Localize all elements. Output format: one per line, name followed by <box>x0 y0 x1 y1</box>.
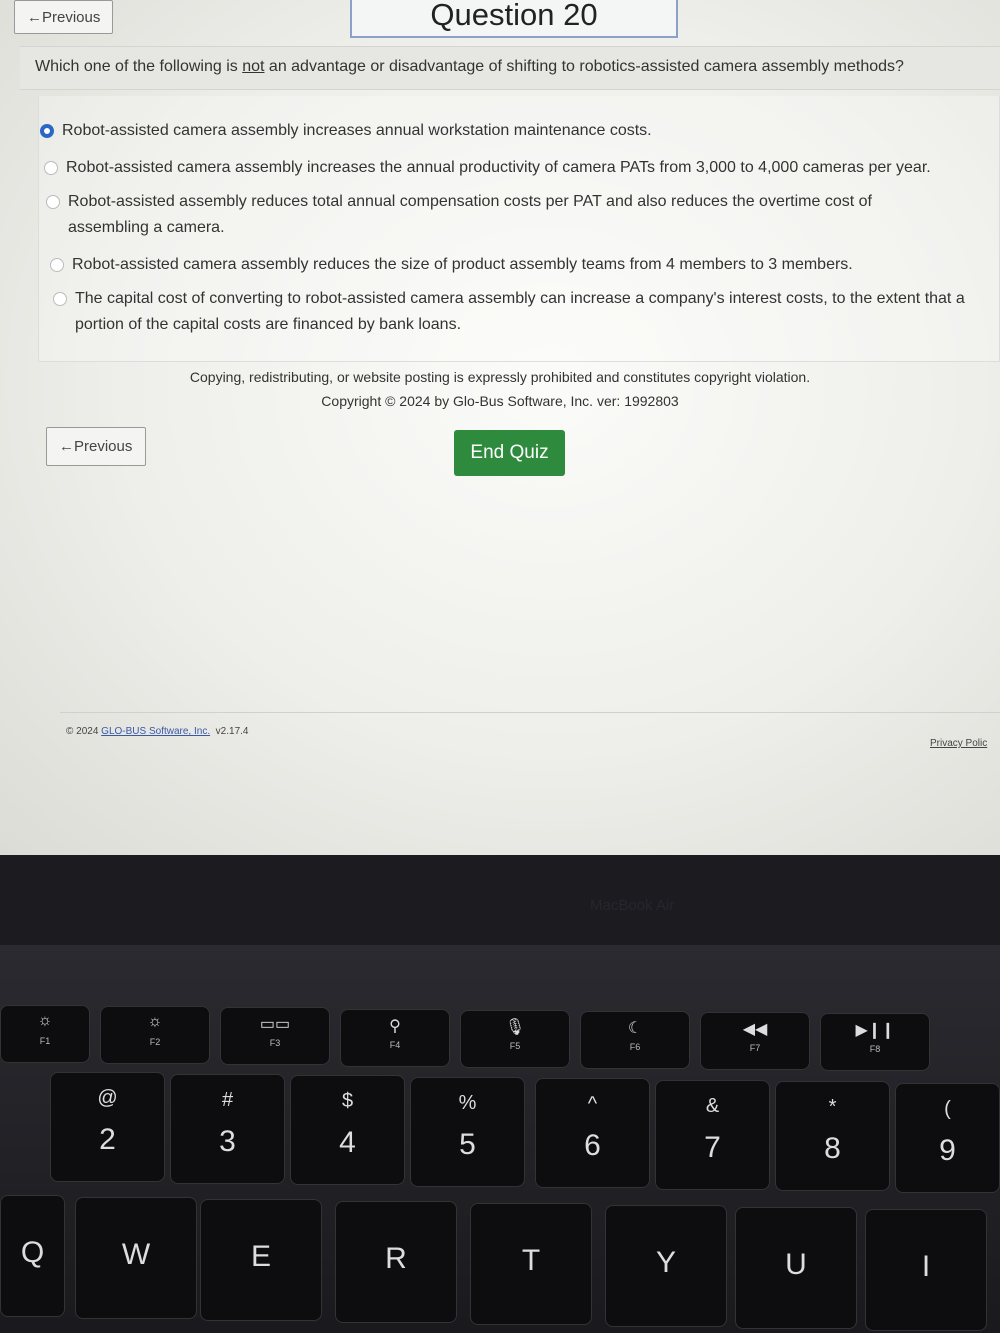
key-y[interactable]: Y <box>605 1205 727 1327</box>
key-shift-label: @ <box>97 1087 118 1109</box>
option-label: Robot-assisted camera assembly increases… <box>62 122 652 139</box>
key-shift-label: % <box>458 1091 477 1114</box>
key-label: 2 <box>99 1123 116 1156</box>
key-label: F2 <box>149 1037 161 1048</box>
privacy-policy-link[interactable]: Privacy Polic <box>930 738 1000 749</box>
question-text: Which one of the following is not an adv… <box>20 46 1000 90</box>
key-f4[interactable]: ⚲ F4 <box>340 1008 450 1067</box>
key-e[interactable]: E <box>200 1199 322 1321</box>
key-label: Y <box>655 1246 676 1279</box>
radio-selected-icon[interactable] <box>40 124 54 138</box>
key-icon: ☼ <box>147 1013 163 1031</box>
key-shift-label: * <box>828 1096 837 1118</box>
key-icon: ☾ <box>627 1020 643 1037</box>
footer-divider <box>60 712 1000 713</box>
key-f8[interactable]: ▶❙❙ F8 <box>820 1013 930 1072</box>
key-icon: ⚲ <box>389 1017 401 1035</box>
footer-version: v2.17.4 <box>215 726 249 737</box>
browser-screen: ←Previous Question 20 Which one of the f… <box>0 0 1000 855</box>
previous-button[interactable]: ←Previous <box>46 427 146 466</box>
key-icon: ◀◀ <box>742 1021 768 1039</box>
question-title: Question 20 <box>350 0 678 38</box>
question-pre: Which one of the following is <box>35 58 243 75</box>
key-shift-label: & <box>705 1094 720 1117</box>
key-f3[interactable]: ▭▭ F3 <box>220 1007 330 1066</box>
option-label: Robot-assisted camera assembly reduces t… <box>72 256 853 273</box>
key-label: 8 <box>824 1132 841 1165</box>
key-5[interactable]: % 5 <box>410 1076 525 1187</box>
key-9[interactable]: (9 <box>895 1082 1000 1193</box>
key-label: E <box>250 1240 271 1273</box>
key-4[interactable]: $4 <box>290 1075 405 1185</box>
key-q[interactable]: Q <box>0 1195 65 1317</box>
end-quiz-button[interactable]: End Quiz <box>454 430 565 476</box>
key-label: R <box>385 1242 407 1275</box>
key-label: T <box>521 1244 541 1277</box>
key-u[interactable]: U <box>735 1207 857 1329</box>
key-shift-label: # <box>221 1088 234 1111</box>
option-5[interactable]: The capital cost of converting to robot-… <box>53 286 973 338</box>
key-2[interactable]: @2 <box>50 1072 165 1182</box>
key-label: 4 <box>339 1126 356 1159</box>
key-7[interactable]: & 7 <box>655 1079 770 1190</box>
option-label: Robot-assisted camera assembly increases… <box>66 159 931 176</box>
key-label: F6 <box>629 1042 641 1052</box>
key-icon: ▭▭ <box>259 1016 291 1034</box>
radio-icon[interactable] <box>46 195 60 209</box>
key-shift-label: ^ <box>587 1093 598 1115</box>
radio-icon[interactable] <box>44 161 58 175</box>
key-icon: 🎙 <box>504 1018 526 1036</box>
footer-copyright: © 2024 <box>66 726 102 737</box>
brand-label: MacBook Air <box>590 897 675 914</box>
key-t[interactable]: T <box>470 1203 592 1325</box>
radio-icon[interactable] <box>50 258 64 272</box>
option-3[interactable]: Robot-assisted assembly reduces total an… <box>46 189 926 241</box>
key-label: U <box>785 1248 807 1281</box>
key-label: 6 <box>584 1129 601 1162</box>
key-f5[interactable]: 🎙 F5 <box>460 1009 570 1068</box>
key-label: F8 <box>869 1044 881 1055</box>
key-icon: ▶❙❙ <box>855 1022 895 1040</box>
key-8[interactable]: * 8 <box>775 1081 890 1191</box>
footer: © 2024 GLO-BUS Software, Inc. v2.17.4 <box>66 726 248 737</box>
key-i[interactable]: I <box>865 1209 987 1331</box>
key-w[interactable]: W <box>75 1197 197 1319</box>
key-label: F1 <box>39 1036 51 1046</box>
key-shift-label: ( <box>944 1097 951 1120</box>
key-6[interactable]: ^ 6 <box>535 1078 650 1188</box>
key-f1[interactable]: ☼ F1 <box>0 1005 90 1063</box>
key-f2[interactable]: ☼ F2 <box>100 1006 210 1065</box>
question-emphasis: not <box>242 58 265 75</box>
key-f6[interactable]: ☾ F6 <box>580 1011 690 1069</box>
key-label: 5 <box>459 1127 476 1161</box>
key-label: 7 <box>704 1130 721 1164</box>
key-label: F5 <box>509 1040 521 1051</box>
option-label: The capital cost of converting to robot-… <box>75 290 965 333</box>
key-label: W <box>121 1238 151 1271</box>
key-label: F7 <box>749 1043 761 1054</box>
previous-button-top[interactable]: ←Previous <box>14 0 114 34</box>
option-4[interactable]: Robot-assisted camera assembly reduces t… <box>50 252 950 278</box>
radio-icon[interactable] <box>53 292 67 306</box>
key-r[interactable]: R <box>335 1201 457 1323</box>
key-shift-label: $ <box>341 1090 354 1112</box>
copyright-notice: Copying, redistributing, or website post… <box>189 369 811 385</box>
company-link[interactable]: GLO-BUS Software, Inc. <box>101 726 210 737</box>
key-label: F3 <box>269 1038 281 1049</box>
option-2[interactable]: Robot-assisted camera assembly increases… <box>44 155 994 181</box>
key-label: 9 <box>939 1133 956 1167</box>
key-label: I <box>921 1250 931 1283</box>
key-label: Q <box>20 1236 45 1269</box>
key-icon: ☼ <box>37 1012 53 1029</box>
option-1[interactable]: Robot-assisted camera assembly increases… <box>40 118 980 144</box>
key-label: 3 <box>219 1124 236 1158</box>
question-post: an advantage or disadvantage of shifting… <box>264 58 904 75</box>
key-3[interactable]: #3 <box>170 1073 285 1184</box>
key-label: F4 <box>389 1039 401 1050</box>
copyright-version: Copyright © 2024 by Glo-Bus Software, In… <box>321 393 679 409</box>
laptop-bezel: MacBook Air <box>0 855 1000 945</box>
key-f7[interactable]: ◀◀ F7 <box>700 1012 810 1071</box>
option-label: Robot-assisted assembly reduces total an… <box>68 193 872 236</box>
